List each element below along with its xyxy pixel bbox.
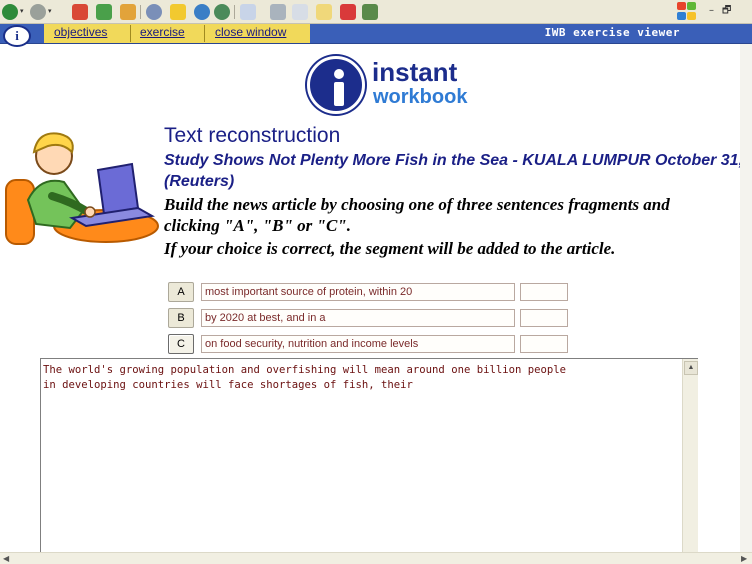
tab-objectives[interactable]: objectives: [54, 25, 107, 41]
page-horizontal-scrollbar[interactable]: ◀ ▶: [0, 552, 752, 564]
tab-exercise[interactable]: exercise: [140, 25, 185, 41]
refresh-icon[interactable]: [96, 4, 112, 20]
page-vertical-scrollbar[interactable]: [740, 44, 752, 554]
minimize-button[interactable]: –: [709, 5, 714, 17]
option-a-text: most important source of protein, within…: [201, 283, 515, 301]
print-icon[interactable]: [270, 4, 286, 20]
scroll-right-icon[interactable]: ▶: [741, 554, 747, 563]
option-c-button[interactable]: C: [168, 334, 194, 354]
option-row-a: A most important source of protein, with…: [168, 282, 568, 302]
scroll-up-icon[interactable]: ▲: [684, 361, 698, 375]
option-c-text: on food security, nutrition and income l…: [201, 335, 515, 353]
article-textarea[interactable]: The world's growing population and overf…: [40, 358, 698, 554]
discuss-icon[interactable]: [316, 4, 332, 20]
iwb-tab-strip: objectives exercise close window: [44, 24, 310, 43]
windows-logo-icon: [676, 1, 698, 22]
logo-word-instant: instant: [372, 57, 458, 87]
tab-close-window[interactable]: close window: [215, 25, 286, 41]
logo-word-workbook: workbook: [373, 86, 468, 108]
instant-workbook-logo-icon: [307, 56, 365, 114]
viewer-title: IWB exercise viewer: [544, 26, 680, 39]
stop-icon[interactable]: [72, 4, 88, 20]
favorites-icon[interactable]: [170, 4, 186, 20]
student-hand: [84, 206, 96, 218]
back-icon[interactable]: [2, 4, 18, 20]
article-text: The world's growing population and overf…: [43, 364, 566, 391]
edit-icon[interactable]: [292, 4, 308, 20]
chair-shape: [5, 179, 35, 245]
article-scrollbar[interactable]: ▲: [682, 359, 698, 554]
tab-divider: [130, 25, 131, 42]
option-row-b: B by 2020 at best, and in a: [168, 308, 568, 328]
media-icon[interactable]: [194, 4, 210, 20]
messenger-icon[interactable]: [340, 4, 356, 20]
tab-divider: [204, 25, 205, 42]
scroll-left-icon[interactable]: ◀: [3, 554, 9, 563]
student-laptop-illustration: [5, 132, 159, 245]
research-icon[interactable]: [362, 4, 378, 20]
instruction-line-2: clicking "A", "B" or "C".: [164, 216, 351, 235]
restore-button[interactable]: 🗗: [722, 5, 731, 17]
option-b-text: by 2020 at best, and in a: [201, 309, 515, 327]
option-c-result-box: [520, 335, 568, 353]
instruction-line-3: If your choice is correct, the segment w…: [164, 239, 616, 258]
option-b-button[interactable]: B: [168, 308, 194, 328]
article-headline: Study Shows Not Plenty More Fish in the …: [164, 152, 744, 190]
exercise-title: Text reconstruction: [164, 124, 341, 147]
laptop-screen: [96, 162, 140, 216]
iwb-header-bar: objectives exercise close window IWB exe…: [0, 24, 752, 44]
mail-icon[interactable]: [240, 4, 256, 20]
history-icon[interactable]: [214, 4, 230, 20]
browser-toolbar: ▾ ▾ – 🗗: [0, 0, 752, 24]
forward-dropdown-icon[interactable]: ▾: [48, 4, 54, 20]
option-a-button[interactable]: A: [168, 282, 194, 302]
option-row-c: C on food security, nutrition and income…: [168, 334, 568, 354]
toolbar-separator: [140, 5, 141, 19]
instruction-line-1: Build the news article by choosing one o…: [164, 195, 670, 214]
toolbar-separator: [234, 5, 235, 19]
forward-icon[interactable]: [30, 4, 46, 20]
back-dropdown-icon[interactable]: ▾: [20, 4, 26, 20]
home-icon[interactable]: [120, 4, 136, 20]
iwb-exercise-window: ▾ ▾ – 🗗 objectives exercise close window…: [0, 0, 752, 564]
search-icon[interactable]: [146, 4, 162, 20]
option-a-result-box: [520, 283, 568, 301]
option-b-result-box: [520, 309, 568, 327]
iwb-logo-icon: i: [3, 25, 31, 47]
